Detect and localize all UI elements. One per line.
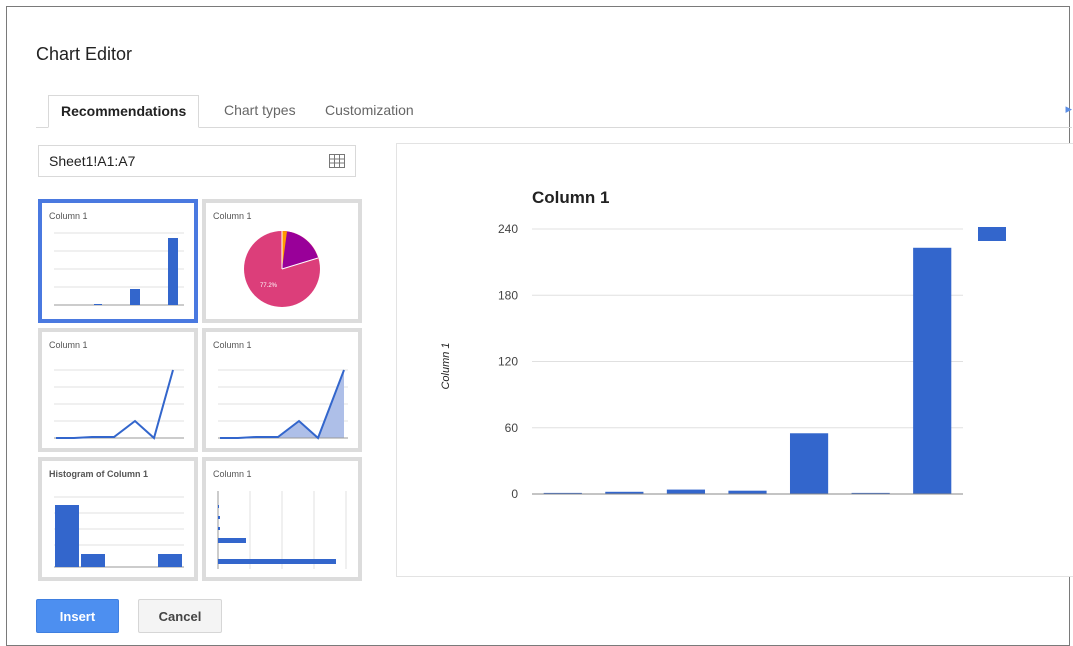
y-tick-label: 180	[498, 288, 518, 302]
thumbnail-line-chart[interactable]: Column 1	[38, 328, 198, 452]
legend-swatch	[978, 227, 1006, 241]
bar	[666, 489, 706, 494]
dialog-title: Chart Editor	[36, 44, 133, 64]
tab-customization[interactable]: Customization	[313, 95, 426, 126]
y-tick-label: 240	[498, 222, 518, 236]
y-axis-label: Column 1	[440, 342, 452, 389]
area-chart-preview-icon	[218, 369, 348, 440]
insert-button[interactable]: Insert	[36, 599, 119, 633]
column-chart-preview-icon	[54, 232, 184, 306]
column-chart: Column 1 Column 1 0 60 120 180 240	[440, 188, 1006, 501]
cancel-button[interactable]: Cancel	[138, 599, 222, 633]
thumbnail-column-chart[interactable]: Column 1	[38, 199, 198, 323]
thumbnail-area-chart[interactable]: Column 1	[202, 328, 362, 452]
tab-recommendations[interactable]: Recommendations	[48, 95, 200, 128]
histogram-chart-preview-icon	[54, 496, 184, 568]
pie-chart-preview-icon: 77.2%	[244, 230, 320, 307]
pie-slice-label: 77.2%	[260, 283, 278, 289]
data-range-input[interactable]: Sheet1!A1:A7	[38, 145, 356, 177]
tab-chart-types[interactable]: Chart types	[212, 95, 308, 126]
more-tabs-icon[interactable]: ▸	[1065, 101, 1072, 117]
y-tick-label: 120	[498, 355, 518, 369]
thumbnail-pie-chart[interactable]: Column 1 77.2%	[202, 199, 362, 323]
tab-bar: Recommendations Chart types Customizatio…	[36, 95, 1072, 128]
thumbnail-histogram-chart[interactable]: Histogram of Column 1	[38, 457, 198, 581]
bar	[789, 433, 829, 494]
select-range-grid-icon[interactable]	[329, 154, 345, 168]
thumbnail-bar-chart[interactable]: Column 1	[202, 457, 362, 581]
line-chart-preview-icon	[54, 369, 184, 440]
chart-preview-panel: Column 1 Column 1 0 60 120 180 240	[396, 143, 1073, 577]
y-tick-label: 0	[511, 487, 518, 501]
chart-title: Column 1	[532, 188, 609, 207]
y-tick-label: 60	[505, 421, 519, 435]
bar	[913, 247, 952, 494]
data-range-value: Sheet1!A1:A7	[49, 153, 136, 169]
bar-chart-preview-icon	[217, 491, 347, 569]
